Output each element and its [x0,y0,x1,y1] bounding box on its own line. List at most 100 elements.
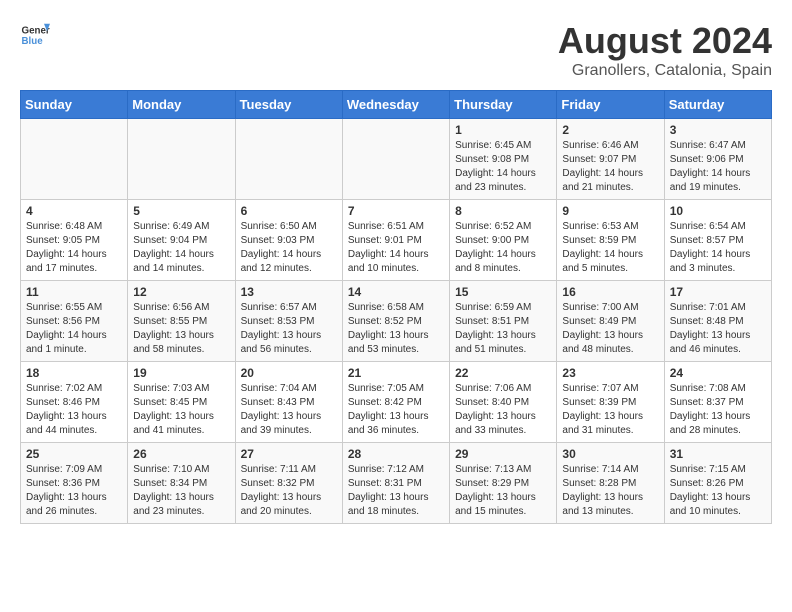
day-number: 28 [348,447,444,461]
day-of-week-header: Wednesday [342,91,449,119]
calendar-cell: 29 Sunrise: 7:13 AM Sunset: 8:29 PM Dayli… [450,443,557,524]
day-info: Sunrise: 7:12 AM Sunset: 8:31 PM Dayligh… [348,463,444,519]
calendar-cell [128,119,235,200]
day-info: Sunrise: 7:10 AM Sunset: 8:34 PM Dayligh… [133,463,229,519]
day-info: Sunrise: 7:07 AM Sunset: 8:39 PM Dayligh… [562,382,658,438]
calendar-cell: 5Sunrise: 6:49 AM Sunset: 9:04 PM Daylig… [128,200,235,281]
calendar-cell: 20Sunrise: 7:04 AM Sunset: 8:43 PM Dayli… [235,362,342,443]
day-of-week-header: Thursday [450,91,557,119]
calendar-week-row: 11Sunrise: 6:55 AM Sunset: 8:56 PM Dayli… [21,281,772,362]
day-info: Sunrise: 6:46 AM Sunset: 9:07 PM Dayligh… [562,139,658,195]
calendar-cell: 12Sunrise: 6:56 AM Sunset: 8:55 PM Dayli… [128,281,235,362]
day-of-week-header: Saturday [664,91,771,119]
day-info: Sunrise: 6:58 AM Sunset: 8:52 PM Dayligh… [348,301,444,357]
day-info: Sunrise: 7:11 AM Sunset: 8:32 PM Dayligh… [241,463,337,519]
day-number: 9 [562,204,658,218]
calendar-cell: 1 Sunrise: 6:45 AM Sunset: 9:08 PM Daylig… [450,119,557,200]
month-title: August 2024 [558,20,772,62]
day-info: Sunrise: 7:01 AM Sunset: 8:48 PM Dayligh… [670,301,766,357]
day-number: 8 [455,204,551,218]
day-info: Sunrise: 7:13 AM Sunset: 8:29 PM Dayligh… [455,463,551,519]
calendar-cell: 24 Sunrise: 7:08 AM Sunset: 8:37 PM Dayli… [664,362,771,443]
day-number: 1 [455,123,551,137]
calendar-week-row: 25Sunrise: 7:09 AM Sunset: 8:36 PM Dayli… [21,443,772,524]
day-of-week-header: Monday [128,91,235,119]
day-info: Sunrise: 6:45 AM Sunset: 9:08 PM Dayligh… [455,139,551,195]
calendar-cell [21,119,128,200]
day-of-week-header: Friday [557,91,664,119]
calendar-cell: 8 Sunrise: 6:52 AM Sunset: 9:00 PM Daylig… [450,200,557,281]
day-number: 7 [348,204,444,218]
day-info: Sunrise: 6:59 AM Sunset: 8:51 PM Dayligh… [455,301,551,357]
day-number: 29 [455,447,551,461]
day-number: 3 [670,123,766,137]
day-number: 13 [241,285,337,299]
svg-text:Blue: Blue [22,36,44,47]
calendar-cell: 7 Sunrise: 6:51 AM Sunset: 9:01 PM Daylig… [342,200,449,281]
day-number: 4 [26,204,122,218]
calendar-table: SundayMondayTuesdayWednesdayThursdayFrid… [20,90,772,524]
calendar-cell: 16 Sunrise: 7:00 AM Sunset: 8:49 PM Dayli… [557,281,664,362]
logo-icon: General Blue [20,20,50,50]
day-number: 21 [348,366,444,380]
calendar-cell: 18Sunrise: 7:02 AM Sunset: 8:46 PM Dayli… [21,362,128,443]
calendar-cell: 26 Sunrise: 7:10 AM Sunset: 8:34 PM Dayli… [128,443,235,524]
day-number: 26 [133,447,229,461]
day-number: 17 [670,285,766,299]
day-info: Sunrise: 6:51 AM Sunset: 9:01 PM Dayligh… [348,220,444,276]
calendar-cell: 27Sunrise: 7:11 AM Sunset: 8:32 PM Dayli… [235,443,342,524]
calendar-cell: 19Sunrise: 7:03 AM Sunset: 8:45 PM Dayli… [128,362,235,443]
day-number: 19 [133,366,229,380]
day-info: Sunrise: 7:15 AM Sunset: 8:26 PM Dayligh… [670,463,766,519]
title-area: August 2024 Granollers, Catalonia, Spain [558,20,772,80]
calendar-cell: 28 Sunrise: 7:12 AM Sunset: 8:31 PM Dayli… [342,443,449,524]
calendar-cell: 22Sunrise: 7:06 AM Sunset: 8:40 PM Dayli… [450,362,557,443]
day-number: 24 [670,366,766,380]
day-info: Sunrise: 7:08 AM Sunset: 8:37 PM Dayligh… [670,382,766,438]
day-info: Sunrise: 6:50 AM Sunset: 9:03 PM Dayligh… [241,220,337,276]
calendar-cell: 31 Sunrise: 7:15 AM Sunset: 8:26 PM Dayli… [664,443,771,524]
calendar-cell: 21 Sunrise: 7:05 AM Sunset: 8:42 PM Dayli… [342,362,449,443]
calendar-cell: 15Sunrise: 6:59 AM Sunset: 8:51 PM Dayli… [450,281,557,362]
calendar-cell: 13Sunrise: 6:57 AM Sunset: 8:53 PM Dayli… [235,281,342,362]
calendar-cell: 30 Sunrise: 7:14 AM Sunset: 8:28 PM Dayli… [557,443,664,524]
day-info: Sunrise: 6:48 AM Sunset: 9:05 PM Dayligh… [26,220,122,276]
calendar-cell: 9 Sunrise: 6:53 AM Sunset: 8:59 PM Daylig… [557,200,664,281]
calendar-cell: 23 Sunrise: 7:07 AM Sunset: 8:39 PM Dayli… [557,362,664,443]
day-info: Sunrise: 6:55 AM Sunset: 8:56 PM Dayligh… [26,301,122,357]
day-number: 30 [562,447,658,461]
day-info: Sunrise: 6:53 AM Sunset: 8:59 PM Dayligh… [562,220,658,276]
header: General Blue August 2024 Granollers, Cat… [20,20,772,80]
calendar-cell: 11Sunrise: 6:55 AM Sunset: 8:56 PM Dayli… [21,281,128,362]
calendar-cell [342,119,449,200]
day-of-week-header: Tuesday [235,91,342,119]
calendar-cell: 10 Sunrise: 6:54 AM Sunset: 8:57 PM Dayli… [664,200,771,281]
day-number: 18 [26,366,122,380]
day-info: Sunrise: 6:54 AM Sunset: 8:57 PM Dayligh… [670,220,766,276]
calendar-cell [235,119,342,200]
day-of-week-header: Sunday [21,91,128,119]
calendar-cell: 14 Sunrise: 6:58 AM Sunset: 8:52 PM Dayli… [342,281,449,362]
day-info: Sunrise: 7:14 AM Sunset: 8:28 PM Dayligh… [562,463,658,519]
day-number: 31 [670,447,766,461]
calendar-cell: 2Sunrise: 6:46 AM Sunset: 9:07 PM Daylig… [557,119,664,200]
day-info: Sunrise: 7:05 AM Sunset: 8:42 PM Dayligh… [348,382,444,438]
calendar-week-row: 18Sunrise: 7:02 AM Sunset: 8:46 PM Dayli… [21,362,772,443]
day-number: 22 [455,366,551,380]
day-info: Sunrise: 7:09 AM Sunset: 8:36 PM Dayligh… [26,463,122,519]
location-title: Granollers, Catalonia, Spain [558,62,772,80]
calendar-week-row: 4 Sunrise: 6:48 AM Sunset: 9:05 PM Daylig… [21,200,772,281]
calendar-cell: 17 Sunrise: 7:01 AM Sunset: 8:48 PM Dayli… [664,281,771,362]
day-info: Sunrise: 6:52 AM Sunset: 9:00 PM Dayligh… [455,220,551,276]
day-number: 16 [562,285,658,299]
calendar-header-row: SundayMondayTuesdayWednesdayThursdayFrid… [21,91,772,119]
day-number: 12 [133,285,229,299]
day-info: Sunrise: 7:00 AM Sunset: 8:49 PM Dayligh… [562,301,658,357]
day-number: 14 [348,285,444,299]
day-number: 23 [562,366,658,380]
day-number: 10 [670,204,766,218]
day-info: Sunrise: 6:47 AM Sunset: 9:06 PM Dayligh… [670,139,766,195]
day-number: 5 [133,204,229,218]
calendar-cell: 25Sunrise: 7:09 AM Sunset: 8:36 PM Dayli… [21,443,128,524]
calendar-cell: 6Sunrise: 6:50 AM Sunset: 9:03 PM Daylig… [235,200,342,281]
